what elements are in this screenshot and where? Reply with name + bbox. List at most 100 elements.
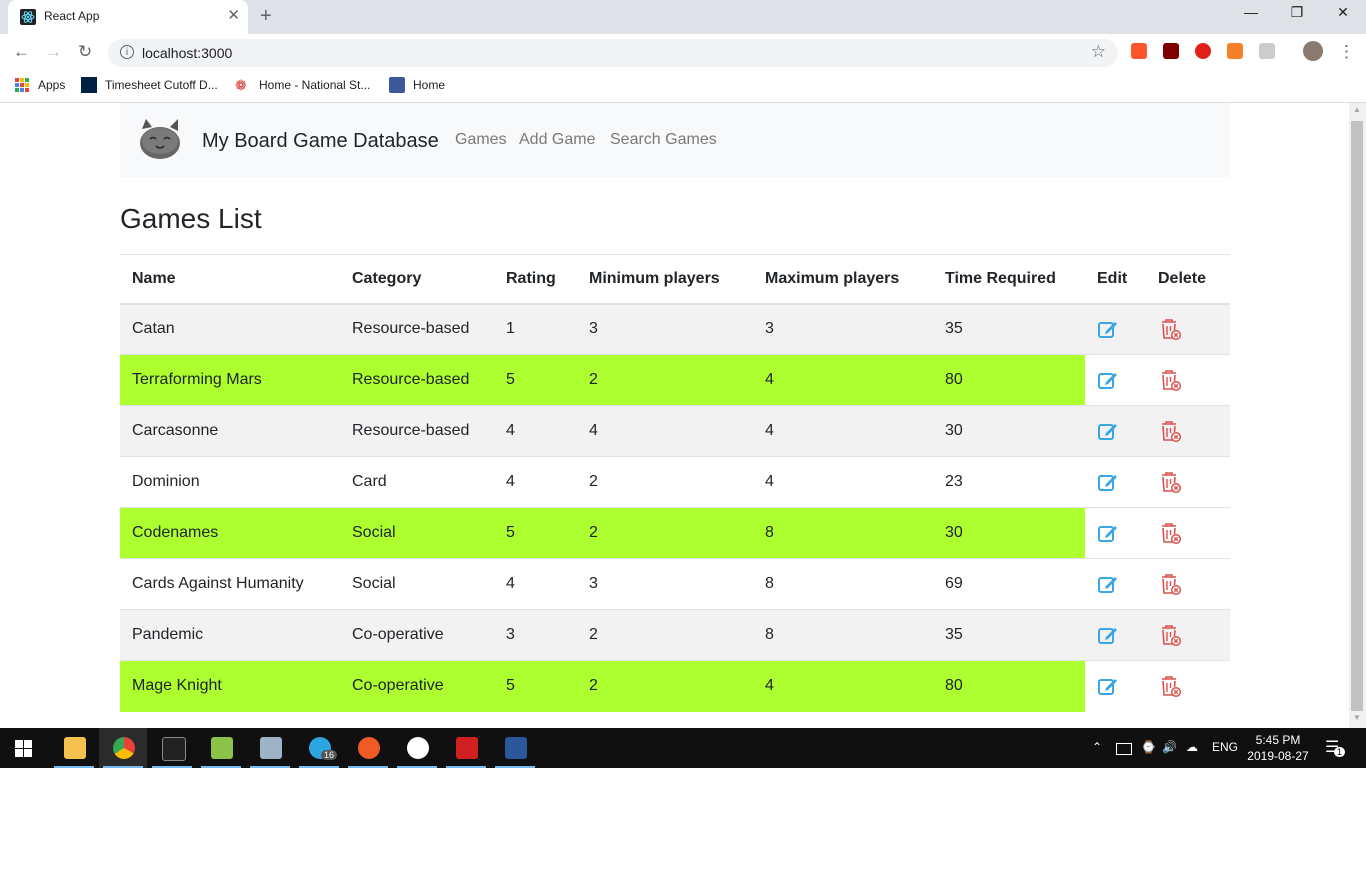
delete-icon[interactable] — [1158, 419, 1218, 443]
delete-icon[interactable] — [1158, 368, 1218, 392]
menu-icon[interactable]: ⋮ — [1338, 42, 1355, 62]
nav-link-games[interactable]: Games — [455, 131, 507, 149]
delete-icon[interactable] — [1158, 674, 1218, 698]
scroll-thumb[interactable] — [1351, 121, 1363, 711]
cell-max: 4 — [753, 405, 933, 457]
edit-icon[interactable] — [1097, 420, 1134, 442]
maximize-button[interactable]: ❐ — [1274, 4, 1320, 21]
taskbar-postman[interactable] — [344, 728, 392, 768]
address-bar[interactable]: i localhost:3000 ☆ — [108, 39, 1118, 67]
profile-avatar[interactable] — [1303, 41, 1323, 61]
cell-time: 80 — [933, 354, 1085, 406]
edit-icon[interactable] — [1097, 675, 1134, 697]
tab-strip: React App ✕ + — ❐ ✕ — [0, 0, 1366, 34]
mongodb-icon — [407, 737, 429, 759]
reload-icon[interactable]: ↻ — [78, 42, 92, 62]
taskbar-notepad[interactable] — [197, 728, 245, 768]
edit-cell — [1085, 354, 1146, 406]
forward-icon[interactable]: → — [45, 42, 62, 62]
browser-toolbar: ← → ↻ i localhost:3000 ☆ ⋮ — [0, 34, 1366, 70]
brand-title[interactable]: My Board Game Database — [202, 130, 439, 153]
edit-icon[interactable] — [1097, 369, 1134, 391]
nav-link-add-game[interactable]: Add Game — [519, 131, 595, 149]
running-indicator — [201, 766, 241, 768]
delete-cell — [1146, 405, 1230, 457]
bookmark-facebook[interactable]: Home — [389, 77, 445, 93]
taskbar-acrobat[interactable] — [442, 728, 490, 768]
language-indicator[interactable]: ENG — [1212, 740, 1238, 754]
scroll-up-icon[interactable]: ▲ — [1353, 105, 1361, 114]
nav-link-search-games[interactable]: Search Games — [610, 131, 717, 149]
cloud-icon[interactable]: ☁ — [1186, 740, 1198, 754]
edit-icon[interactable] — [1097, 573, 1134, 595]
page-viewport: My Board Game Database Games Add Game Se… — [0, 103, 1349, 728]
cell-time: 30 — [933, 507, 1085, 559]
rss-extension-icon[interactable] — [1227, 43, 1243, 59]
taskbar-photos[interactable] — [246, 728, 294, 768]
delete-icon[interactable] — [1158, 623, 1218, 647]
cell-min: 3 — [577, 558, 753, 610]
edit-icon[interactable] — [1097, 471, 1134, 493]
notification-count: 1 — [1334, 747, 1346, 757]
tab-close-icon[interactable]: ✕ — [227, 8, 240, 24]
taskbar-word[interactable] — [491, 728, 539, 768]
table-row: Catan Resource-based 1 3 3 35 — [120, 303, 1230, 355]
extension-icon[interactable] — [1259, 43, 1275, 59]
cell-rating: 5 — [494, 660, 577, 712]
delete-icon[interactable] — [1158, 470, 1218, 494]
cat-logo-icon[interactable] — [136, 115, 184, 163]
delete-icon[interactable] — [1158, 572, 1218, 596]
edit-icon[interactable] — [1097, 624, 1134, 646]
cell-rating: 4 — [494, 558, 577, 610]
cell-category: Co-operative — [340, 660, 494, 712]
image-icon — [260, 737, 282, 759]
delete-icon[interactable] — [1158, 521, 1218, 545]
bookmark-timesheet[interactable]: Timesheet Cutoff D... — [81, 77, 218, 93]
cell-min: 2 — [577, 609, 753, 661]
taskbar-telegram[interactable]: 16 — [295, 728, 343, 768]
scroll-down-icon[interactable]: ▼ — [1353, 713, 1361, 722]
volume-icon[interactable]: 🔊 — [1162, 740, 1177, 754]
browser-tab[interactable]: React App ✕ — [8, 0, 248, 34]
bookmark-star-icon[interactable]: ☆ — [1091, 42, 1106, 62]
taskbar-mongodb[interactable] — [393, 728, 441, 768]
delete-icon[interactable] — [1158, 317, 1218, 341]
edit-icon[interactable] — [1097, 318, 1134, 340]
cell-name: Carcasonne — [120, 405, 340, 457]
url-text[interactable]: localhost:3000 — [142, 45, 232, 61]
new-tab-button[interactable]: + — [260, 5, 272, 28]
cell-min: 2 — [577, 507, 753, 559]
taskbar-terminal[interactable] — [148, 728, 196, 768]
cell-time: 80 — [933, 660, 1085, 712]
delete-cell — [1146, 354, 1230, 406]
wifi-icon[interactable]: ⌚ — [1141, 740, 1156, 754]
close-window-button[interactable]: ✕ — [1320, 4, 1366, 21]
bookmark-national[interactable]: ❁ Home - National St... — [235, 77, 370, 93]
cell-max: 4 — [753, 660, 933, 712]
ublock-extension-icon[interactable] — [1163, 43, 1179, 59]
running-indicator — [299, 766, 339, 768]
bookmark-label: Home - National St... — [259, 78, 371, 92]
column-header: Maximum players — [753, 254, 933, 305]
info-icon[interactable]: i — [120, 45, 134, 59]
back-icon[interactable]: ← — [13, 42, 30, 62]
running-indicator — [103, 766, 143, 768]
page-scrollbar[interactable]: ▲ ▼ — [1349, 103, 1366, 728]
cell-category: Social — [340, 558, 494, 610]
system-clock[interactable]: 5:45 PM 2019-08-27 — [1244, 732, 1312, 764]
start-button[interactable] — [0, 728, 48, 768]
delete-cell — [1146, 609, 1230, 661]
minimize-button[interactable]: — — [1228, 4, 1274, 20]
taskbar-chrome[interactable] — [99, 728, 147, 768]
battery-icon[interactable] — [1116, 743, 1132, 755]
adblock-extension-icon[interactable] — [1195, 43, 1211, 59]
bookmark-apps[interactable]: Apps — [14, 77, 65, 93]
edit-cell — [1085, 405, 1146, 457]
page-title: Games List — [120, 203, 262, 234]
brave-extension-icon[interactable] — [1131, 43, 1147, 59]
cell-min: 2 — [577, 354, 753, 406]
taskbar-file-explorer[interactable] — [50, 728, 98, 768]
edit-icon[interactable] — [1097, 522, 1134, 544]
cell-time: 69 — [933, 558, 1085, 610]
show-hidden-icons[interactable]: ⌃ — [1092, 740, 1102, 754]
